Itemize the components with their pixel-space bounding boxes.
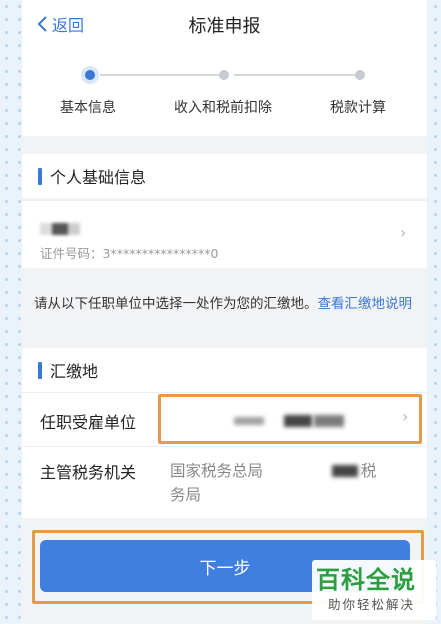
step-dot-active bbox=[81, 66, 99, 84]
tax-office-row: 主管税务机关 国家税务总局 税 务局 bbox=[22, 446, 427, 518]
watermark-title: 百科全说 bbox=[316, 566, 416, 594]
tax-office-prefix: 国家税务总局 bbox=[170, 462, 264, 480]
step-dot bbox=[215, 66, 233, 84]
employer-label: 任职受雇单位 bbox=[40, 413, 137, 432]
id-number: 证件号码：3****************0 bbox=[40, 246, 219, 261]
redacted-name bbox=[40, 223, 80, 235]
section-marker bbox=[38, 167, 42, 185]
view-payment-location-link[interactable]: 查看汇缴地说明 bbox=[318, 296, 413, 312]
personal-info-card[interactable]: 证件号码：3****************0 › bbox=[22, 200, 427, 268]
employer-highlight bbox=[158, 394, 422, 444]
step-connector bbox=[234, 74, 358, 76]
progress-steps: 基本信息 收入和税前扣除 税款计算 bbox=[22, 48, 427, 136]
step-connector bbox=[100, 74, 224, 76]
tax-office-suffix: 税 bbox=[360, 462, 377, 480]
chevron-right-icon: › bbox=[400, 223, 407, 242]
notice-text: 请从以下任职单位中选择一处作为您的汇缴地。查看汇缴地说明 bbox=[22, 282, 427, 342]
watermark-subtitle: 助你轻松解决 bbox=[328, 597, 416, 612]
step-dot bbox=[351, 66, 369, 84]
step-label-basic-info: 基本信息 bbox=[60, 100, 116, 116]
page-title: 标准申报 bbox=[188, 16, 261, 37]
section-title: 个人基础信息 bbox=[50, 168, 147, 187]
section-marker bbox=[38, 361, 42, 379]
step-label-tax-calc: 税款计算 bbox=[330, 100, 386, 116]
app-panel: 返回 标准申报 基本信息 收入和税前扣除 税款计算 个人基础信息 证件号码：3*… bbox=[22, 0, 427, 624]
nav-bar: 返回 标准申报 bbox=[22, 0, 427, 48]
payment-location-header: 汇缴地 bbox=[22, 348, 427, 392]
personal-info-header: 个人基础信息 bbox=[22, 154, 427, 198]
redacted-tax-office-blob bbox=[332, 465, 358, 477]
tax-office-line2: 务局 bbox=[170, 486, 202, 504]
step-label-income: 收入和税前扣除 bbox=[174, 100, 272, 116]
notice-body: 请从以下任职单位中选择一处作为您的汇缴地。 bbox=[34, 296, 318, 312]
watermark-logo: 百科全说 助你轻松解决 bbox=[312, 560, 436, 620]
section-title: 汇缴地 bbox=[50, 362, 99, 381]
tax-office-label: 主管税务机关 bbox=[40, 463, 137, 482]
